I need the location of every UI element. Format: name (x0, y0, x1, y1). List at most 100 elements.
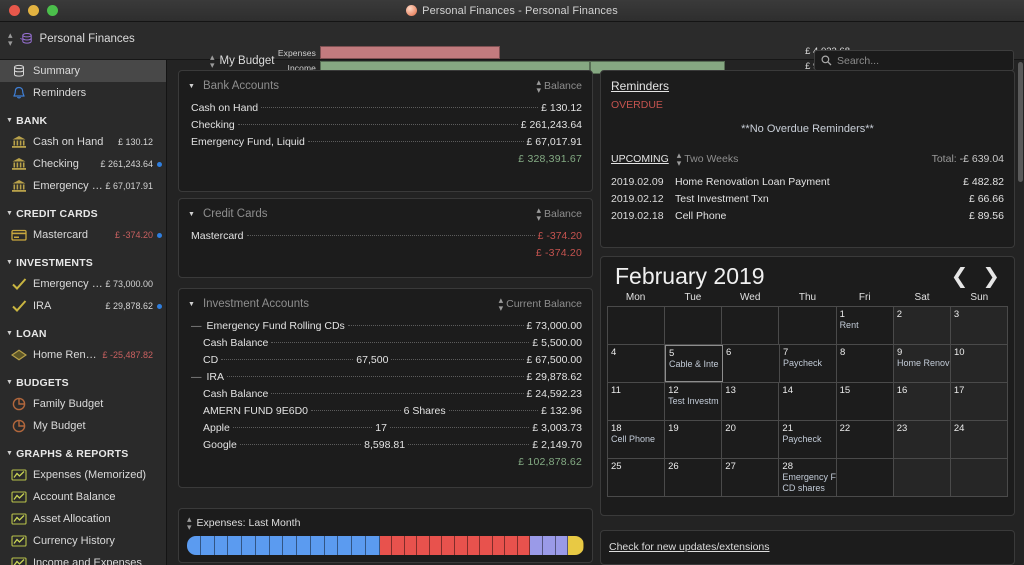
expenses-strip-bar[interactable] (187, 536, 584, 555)
calendar-day-cell[interactable]: 12 Test Investm (665, 383, 723, 420)
expense-segment[interactable] (467, 536, 481, 555)
investment-accounts-sort[interactable]: ▴ ▾ Current Balance (499, 296, 582, 313)
calendar-day-cell[interactable]: 18 Cell Phone (607, 421, 666, 458)
disclosure-triangle-icon[interactable]: ▼ (6, 259, 13, 266)
table-row[interactable]: Google 8,598.81 £ 2,149.70 (179, 436, 592, 453)
expense-segment[interactable] (310, 536, 325, 555)
calendar-event[interactable]: Cell Phone (611, 434, 661, 445)
expense-segment[interactable] (324, 536, 339, 555)
sidebar[interactable]: Summary Reminders ▼ BANK Cash on Hand £ 130.1… (0, 60, 167, 565)
expense-segment[interactable] (454, 536, 468, 555)
calendar-day-cell[interactable]: 8 (837, 345, 894, 382)
calendar-day-cell[interactable] (722, 307, 780, 344)
calendar-event[interactable]: Home Renov (897, 358, 950, 369)
calendar-day-cell[interactable]: 26 (665, 459, 723, 496)
sidebar-item-cash-on-hand[interactable]: Cash on Hand £ 130.12 (0, 131, 166, 153)
sidebar-section-bank[interactable]: ▼ BANK (0, 110, 166, 131)
expense-segment[interactable] (517, 536, 531, 555)
calendar-day-cell[interactable]: 13 (722, 383, 780, 420)
expense-segment[interactable] (228, 536, 242, 555)
expense-segment[interactable] (392, 536, 405, 555)
reminders-range-selector[interactable]: ▴ ▾ Two Weeks (677, 151, 739, 168)
expense-segment[interactable] (365, 536, 380, 555)
calendar-event[interactable]: Paycheck (782, 434, 832, 445)
sidebar-section-budgets[interactable]: ▼ BUDGETS (0, 372, 166, 393)
collapse-icon[interactable]: — (191, 371, 202, 383)
table-row[interactable]: Cash Balance £ 5,500.00 (179, 334, 592, 351)
disclosure-triangle-icon[interactable]: ▼ (6, 450, 13, 457)
calendar-day-cell[interactable]: 25 (607, 459, 666, 496)
table-row[interactable]: Cash Balance £ 24,592.23 (179, 385, 592, 402)
sidebar-item-ira[interactable]: IRA £ 29,878.62 (0, 295, 166, 317)
calendar-grid[interactable]: 1 Rent 2 3 4 5 Cable & Inte 6 7 Paycheck 8 9 Home Re… (607, 306, 1008, 497)
table-row[interactable]: Mastercard £ -374.20 (179, 227, 592, 244)
reminder-row[interactable]: 2019.02.09 Home Renovation Loan Payment £ … (601, 173, 1014, 190)
expense-segment[interactable] (542, 536, 556, 555)
calendar-day-cell[interactable] (779, 307, 837, 344)
credit-cards-sort[interactable]: ▴ ▾ Balance (537, 206, 582, 223)
reminder-row[interactable]: 2019.02.18 Cell Phone £ 89.56 (601, 207, 1014, 224)
expense-segment[interactable] (429, 536, 443, 555)
calendar-day-cell[interactable]: 4 (607, 345, 665, 382)
calendar-day-cell[interactable]: 27 (722, 459, 780, 496)
calendar-event[interactable]: Test Investm (668, 396, 719, 407)
credit-cards-header[interactable]: ▼ Credit Cards ▴ ▾ Balance (179, 199, 592, 227)
bank-accounts-sort[interactable]: ▴ ▾ Balance (537, 78, 582, 95)
check-updates-link[interactable]: Check for new updates/extensions (601, 531, 1014, 553)
calendar-day-cell[interactable]: 21 Paycheck (779, 421, 837, 458)
calendar-day-cell[interactable]: 6 (723, 345, 780, 382)
calendar-next-month-button[interactable]: ❯ (982, 266, 1000, 287)
calendar-day-cell[interactable] (837, 459, 894, 496)
table-row[interactable]: Apple 17 £ 3,003.73 (179, 419, 592, 436)
expense-segment[interactable] (568, 536, 584, 555)
expense-segment[interactable] (283, 536, 298, 555)
sidebar-section-investments[interactable]: ▼ INVESTMENTS (0, 252, 166, 273)
sidebar-item-checking[interactable]: Checking £ 261,243.64 (0, 153, 166, 175)
calendar-day-cell[interactable]: 9 Home Renov (894, 345, 951, 382)
sidebar-item-reminders[interactable]: Reminders (0, 82, 166, 104)
calendar-day-cell[interactable] (893, 459, 951, 496)
expense-segment[interactable] (480, 536, 493, 555)
sidebar-item-mastercard[interactable]: Mastercard £ -374.20 (0, 224, 166, 246)
expense-segment[interactable] (404, 536, 418, 555)
sidebar-item-emergency-fun-[interactable]: Emergency Fun...£ 73,000.00 (0, 273, 166, 295)
expense-segment[interactable] (492, 536, 506, 555)
sidebar-item-home-renovati-[interactable]: Home Renovati...£ -25,487.82 (0, 344, 166, 366)
disclosure-triangle-icon[interactable]: ▼ (6, 210, 13, 217)
calendar-day-cell[interactable]: 10 (951, 345, 1008, 382)
reminders-upcoming-label[interactable]: UPCOMING (611, 153, 669, 165)
expense-segment[interactable] (242, 536, 256, 555)
expense-segment[interactable] (352, 536, 366, 555)
calendar-day-cell[interactable]: 3 (950, 307, 1008, 344)
disclosure-triangle-icon[interactable]: ▼ (188, 211, 195, 218)
expense-segment[interactable] (338, 536, 353, 555)
disclosure-triangle-icon[interactable]: ▼ (6, 117, 13, 124)
sidebar-item-asset-allocation[interactable]: Asset Allocation (0, 508, 166, 530)
calendar-day-cell[interactable]: 16 (893, 383, 951, 420)
sidebar-section-graphs-reports[interactable]: ▼ GRAPHS & REPORTS (0, 443, 166, 464)
table-row[interactable]: CD 67,500 £ 67,500.00 (179, 351, 592, 368)
calendar-day-cell[interactable]: 14 (779, 383, 837, 420)
calendar-day-cell[interactable]: 17 (950, 383, 1008, 420)
expense-segment[interactable] (297, 536, 311, 555)
table-row[interactable]: Emergency Fund, Liquid £ 67,017.91 (179, 133, 592, 150)
calendar-day-cell[interactable]: 28 Emergency F CD shares (779, 459, 837, 496)
sidebar-section-loan[interactable]: ▼ LOAN (0, 323, 166, 344)
calendar-event[interactable]: Rent (840, 320, 890, 331)
expense-segment[interactable] (505, 536, 518, 555)
sidebar-item-family-budget[interactable]: Family Budget (0, 393, 166, 415)
sidebar-item-expenses-memorized-[interactable]: Expenses (Memorized) (0, 464, 166, 486)
calendar-day-cell[interactable]: 20 (722, 421, 780, 458)
expense-segment[interactable] (442, 536, 455, 555)
expenses-strip-header[interactable]: ▴ ▾ Expenses: Last Month (179, 509, 592, 536)
table-row[interactable]: — IRA £ 29,878.62 (179, 368, 592, 385)
sidebar-item-emergency-fun-[interactable]: Emergency Fun...£ 67,017.91 (0, 175, 166, 197)
sidebar-item-currency-history[interactable]: Currency History (0, 530, 166, 552)
calendar-day-cell[interactable]: 5 Cable & Inte (665, 345, 723, 382)
collapse-icon[interactable]: — (191, 320, 202, 332)
calendar-event[interactable]: Emergency F (782, 472, 835, 483)
expense-segment[interactable] (214, 536, 229, 555)
calendar-day-cell[interactable]: 19 (665, 421, 723, 458)
calendar-event[interactable]: Cable & Inte (669, 359, 719, 370)
table-row[interactable]: AMERN FUND 9E6D0 6 Shares £ 132.96 (179, 402, 592, 419)
